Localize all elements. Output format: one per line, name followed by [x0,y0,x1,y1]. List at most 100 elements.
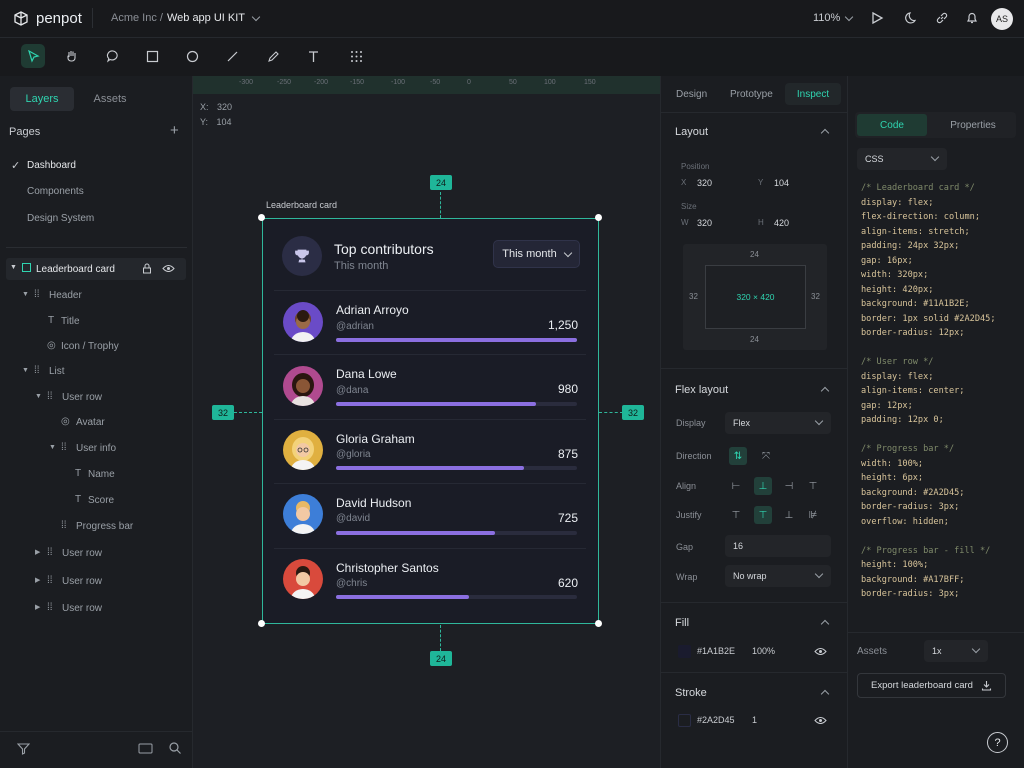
layer-header[interactable]: Header [49,290,82,301]
justify-center-toggle[interactable]: ⊤ [754,506,772,524]
spacing-guide-top [440,192,441,218]
rectangle-tool[interactable] [140,44,164,68]
w-value[interactable]: 320 [697,218,712,228]
pen-tool[interactable] [261,44,285,68]
resize-handle[interactable] [595,214,602,221]
wrap-select[interactable]: No wrap [725,565,831,587]
code-line: padding: 12px 0; [861,415,944,425]
export-scale-select[interactable]: 1x [924,640,988,662]
layer-list[interactable]: List [49,366,65,377]
stroke-swatch[interactable] [678,714,691,727]
stroke-color[interactable]: #2A2D45 [697,715,735,725]
caret-down-icon[interactable]: ▼ [22,291,29,298]
eye-icon[interactable] [814,647,827,656]
layer-user-row-3[interactable]: User row [62,576,102,587]
caret-down-icon[interactable]: ▼ [22,367,29,374]
direction-row-toggle[interactable]: ⤧ [757,447,775,465]
grid-tool[interactable] [344,44,368,68]
box-inner-size: 320 × 420 [736,292,775,302]
fill-swatch[interactable] [678,645,691,658]
search-icon[interactable] [168,741,182,755]
tab-design[interactable]: Design [676,89,707,100]
direction-column-toggle[interactable]: ⇅ [729,447,747,465]
eye-icon[interactable] [162,264,175,273]
play-icon[interactable] [870,11,884,25]
tab-inspect[interactable]: Inspect [785,83,841,105]
breadcrumb[interactable]: Acme Inc / Web app UI KIT [111,12,261,24]
flex-icon: ⁞⁞ [61,520,67,531]
hand-tool[interactable] [60,44,84,68]
frame-label[interactable]: Leaderboard card [266,200,337,210]
page-item-design-system[interactable]: Design System [27,213,94,224]
resize-handle[interactable] [595,620,602,627]
resize-handle[interactable] [258,214,265,221]
align-start-toggle[interactable]: ⊢ [727,477,745,495]
justify-end-toggle[interactable]: ⊥ [780,506,798,524]
help-button[interactable]: ? [987,732,1008,753]
move-tool[interactable] [21,44,45,68]
page-item-dashboard[interactable]: Dashboard [27,160,76,171]
layer-progress-bar[interactable]: Progress bar [76,521,133,532]
eye-icon[interactable] [814,716,827,725]
caret-down-icon[interactable]: ▼ [10,264,17,271]
comment-tool[interactable] [101,44,125,68]
x-value[interactable]: 320 [697,178,712,188]
layer-icon-trophy[interactable]: Icon / Trophy [61,341,119,352]
align-center-toggle[interactable]: ⊥ [754,477,772,495]
tab-layers[interactable]: Layers [10,87,74,111]
h-value[interactable]: 420 [774,218,789,228]
display-select[interactable]: Flex [725,412,831,434]
stroke-width[interactable]: 1 [752,715,757,725]
align-stretch-toggle[interactable]: ⊤ [804,477,822,495]
layer-leaderboard-card[interactable]: Leaderboard card [36,264,115,275]
tab-prototype[interactable]: Prototype [730,89,773,100]
tab-properties[interactable]: Properties [935,114,1011,136]
resize-handle[interactable] [258,620,265,627]
layer-score[interactable]: Score [88,495,114,506]
caret-right-icon[interactable]: ▶ [35,603,40,611]
user-avatar[interactable]: AS [991,8,1013,30]
penpot-logo[interactable]: penpot [12,9,82,27]
layer-name[interactable]: Name [88,469,115,480]
divider [661,602,847,603]
page-item-components[interactable]: Components [27,186,84,197]
layer-avatar[interactable]: Avatar [76,417,105,428]
moon-icon[interactable] [905,11,919,25]
layer-user-row-4[interactable]: User row [62,603,102,614]
period-dropdown[interactable]: This month [493,240,580,268]
lock-icon[interactable] [142,263,152,274]
zoom-control[interactable]: 110% [813,12,854,24]
layer-user-row[interactable]: User row [62,392,102,403]
layer-user-row-2[interactable]: User row [62,548,102,559]
tab-assets[interactable]: Assets [82,87,138,111]
justify-between-toggle[interactable]: ⊯ [804,506,822,524]
align-end-toggle[interactable]: ⊣ [780,477,798,495]
board-icon [22,263,31,272]
layer-title[interactable]: Title [61,316,80,327]
caret-down-icon[interactable]: ▼ [35,393,42,400]
caret-right-icon[interactable]: ▶ [35,548,40,556]
y-value[interactable]: 104 [774,178,789,188]
caret-down-icon[interactable]: ▼ [49,444,56,451]
layer-user-info[interactable]: User info [76,443,116,454]
fill-opacity[interactable]: 100% [752,646,775,656]
language-value: CSS [865,154,884,164]
filter-icon[interactable] [17,742,30,755]
bell-icon[interactable] [965,11,979,25]
tab-code[interactable]: Code [857,114,927,136]
ellipse-tool[interactable] [180,44,204,68]
justify-start-toggle[interactable]: ⊤ [727,506,745,524]
export-button[interactable]: Export leaderboard card [857,673,1006,698]
fill-color[interactable]: #1A1B2E [697,646,735,656]
text-tool[interactable] [301,44,325,68]
keyboard-icon[interactable] [138,743,153,754]
coord-y-label: Y: [200,117,209,127]
line-tool[interactable] [220,44,244,68]
chevron-down-icon [814,569,824,579]
add-page-icon[interactable]: + [170,122,179,139]
language-select[interactable]: CSS [857,148,947,170]
gap-input[interactable]: 16 [725,535,831,557]
share-link-icon[interactable] [935,11,949,25]
wrap-label: Wrap [676,572,698,582]
caret-right-icon[interactable]: ▶ [35,576,40,584]
